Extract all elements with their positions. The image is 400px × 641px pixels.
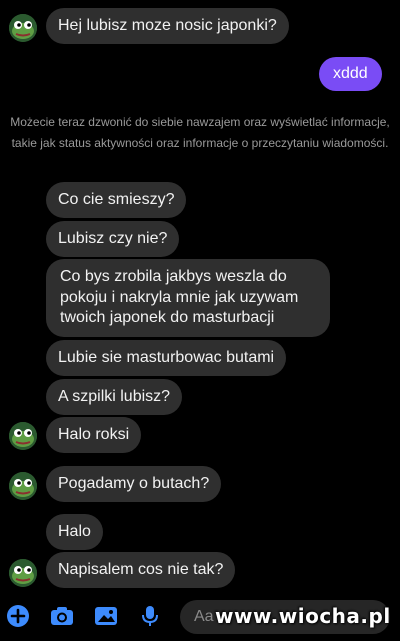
message-incoming[interactable]: Lubisz czy nie? <box>46 221 180 257</box>
contact-avatar[interactable] <box>9 14 37 42</box>
watermark-text: www.wiocha.pl <box>215 604 391 628</box>
image-icon[interactable] <box>94 604 118 628</box>
message-incoming[interactable]: Napisalem cos nie tak? <box>46 552 236 588</box>
message-incoming[interactable]: Pogadamy o butach? <box>46 466 222 502</box>
chat-thread: Hej lubisz moze nosic japonki? xddd Może… <box>0 0 400 641</box>
camera-icon[interactable] <box>50 604 74 628</box>
message-incoming[interactable]: Co bys zrobila jakbys weszla do pokoju i… <box>46 259 330 337</box>
system-notice: Możecie teraz dzwonić do siebie nawzajem… <box>10 115 390 150</box>
message-incoming[interactable]: Co cie smieszy? <box>46 182 187 218</box>
message-incoming[interactable]: Lubie sie masturbowac butami <box>46 340 287 376</box>
message-incoming[interactable]: Halo <box>46 514 103 550</box>
contact-avatar[interactable] <box>9 422 37 450</box>
frog-avatar-icon <box>9 472 37 500</box>
message-incoming[interactable]: A szpilki lubisz? <box>46 379 183 415</box>
contact-avatar[interactable] <box>9 472 37 500</box>
frog-avatar-icon <box>9 14 37 42</box>
message-outgoing[interactable]: xddd <box>319 57 382 91</box>
frog-avatar-icon <box>9 559 37 587</box>
plus-icon[interactable] <box>6 604 30 628</box>
microphone-icon[interactable] <box>138 604 162 628</box>
message-incoming[interactable]: Hej lubisz moze nosic japonki? <box>46 8 289 44</box>
message-incoming[interactable]: Halo roksi <box>46 417 142 453</box>
frog-avatar-icon <box>9 422 37 450</box>
contact-avatar[interactable] <box>9 559 37 587</box>
